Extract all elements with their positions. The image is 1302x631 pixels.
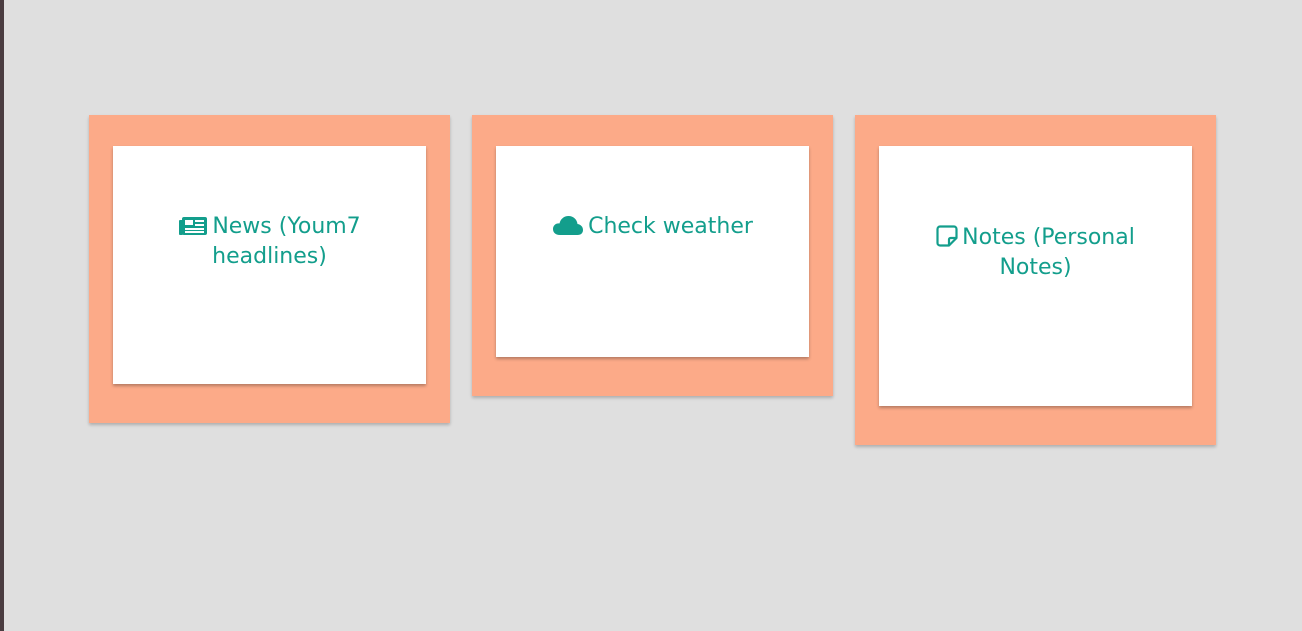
notes-card-body[interactable]: Notes (Personal Notes) [879,146,1192,406]
window-left-edge [0,0,4,631]
news-card-title: News (Youm7 headlines) [143,213,396,270]
news-card-label: News (Youm7 headlines) [212,214,361,269]
news-card-body[interactable]: News (Youm7 headlines) [113,146,426,384]
notes-card[interactable]: Notes (Personal Notes) [855,115,1216,445]
notes-card-label: Notes (Personal Notes) [962,225,1135,280]
news-card[interactable]: News (Youm7 headlines) [89,115,450,423]
sticky-note-icon [936,225,958,254]
weather-card-title: Check weather [552,213,753,243]
cloud-icon [552,214,584,243]
notes-card-title: Notes (Personal Notes) [909,224,1162,281]
newspaper-icon [178,216,208,243]
weather-card-body[interactable]: Check weather [496,146,809,357]
weather-card-label: Check weather [588,214,753,239]
weather-card[interactable]: Check weather [472,115,833,396]
